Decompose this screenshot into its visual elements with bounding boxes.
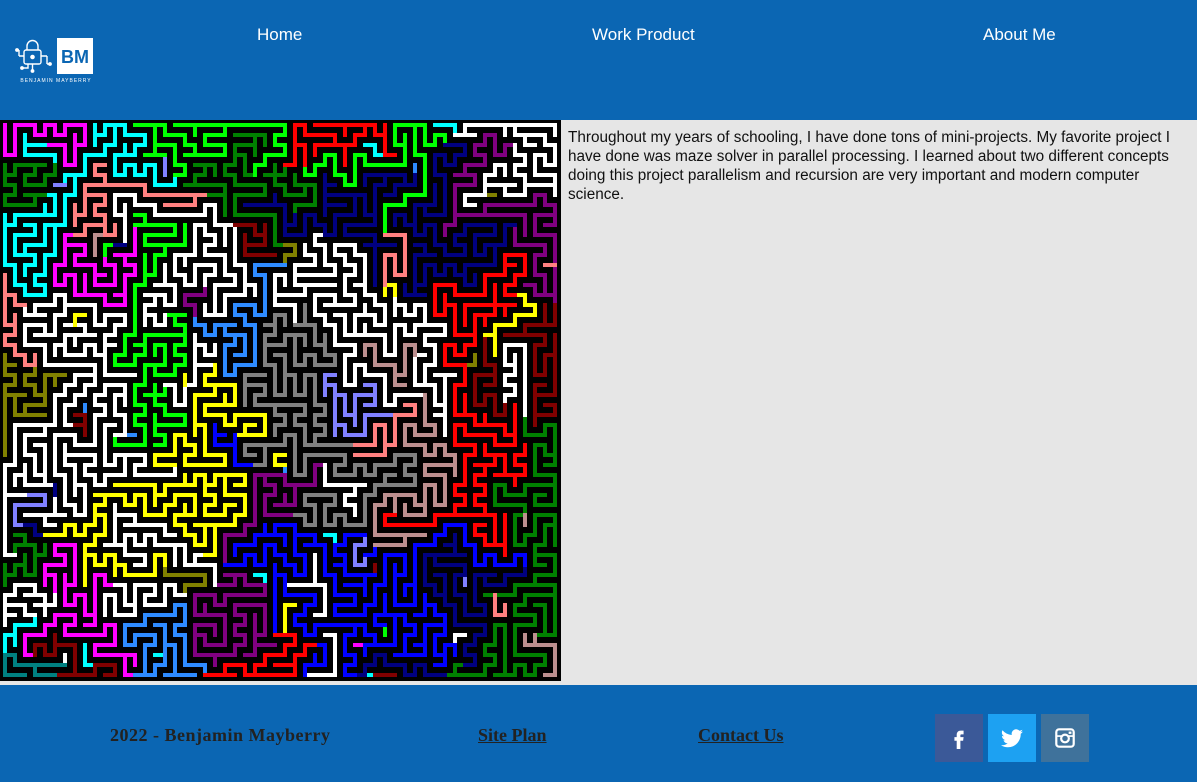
nav-home-link[interactable]: Home <box>257 25 302 45</box>
maze-path-region <box>43 283 537 637</box>
site-header: BM BENJAMIN MAYBERRY Home Work Product A… <box>0 0 1197 120</box>
nav-about-me-link[interactable]: About Me <box>983 25 1056 45</box>
logo-initials: BM <box>61 47 89 67</box>
maze-image <box>0 120 561 681</box>
maze-path-region <box>3 123 557 677</box>
site-plan-link[interactable]: Site Plan <box>478 725 547 746</box>
copyright-text: 2022 - Benjamin Mayberry <box>110 725 331 745</box>
maze-path-region <box>13 153 467 587</box>
facebook-icon <box>954 730 964 749</box>
facebook-button[interactable] <box>935 714 983 762</box>
maze-path-region <box>3 653 67 677</box>
twitter-icon <box>1001 729 1023 748</box>
nav-work-product-link[interactable]: Work Product <box>592 25 695 45</box>
maze-path-region <box>3 123 457 677</box>
project-description: Throughout my years of schooling, I have… <box>568 129 1170 203</box>
instagram-icon <box>1055 728 1075 748</box>
logo-caption: BENJAMIN MAYBERRY <box>20 78 91 84</box>
site-footer: 2022 - Benjamin Mayberry Site Plan Conta… <box>0 685 1197 782</box>
logo[interactable]: BM BENJAMIN MAYBERRY <box>14 36 96 86</box>
maze-path-region <box>213 423 527 677</box>
main-content: Throughout my years of schooling, I have… <box>0 120 1197 685</box>
contact-us-link[interactable]: Contact Us <box>698 725 784 746</box>
instagram-button[interactable] <box>1041 714 1089 762</box>
twitter-button[interactable] <box>988 714 1036 762</box>
maze-graphic <box>3 123 557 677</box>
maze-path-region <box>3 163 557 617</box>
lock-circuit-icon <box>15 39 52 73</box>
